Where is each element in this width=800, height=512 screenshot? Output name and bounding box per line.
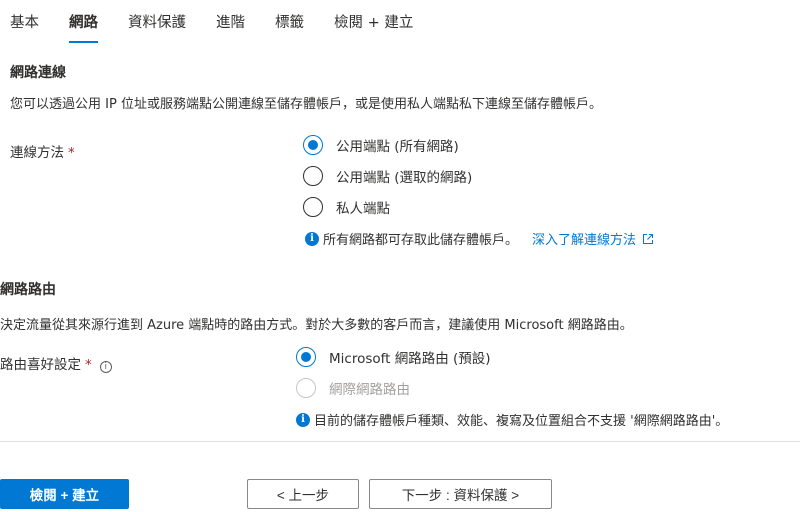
previous-button[interactable]: < 上一步: [247, 479, 359, 509]
routing-info-note: i 目前的儲存體帳戶種類、效能、複寫及位置組合不支援 '網際網路路由'。: [296, 410, 728, 429]
wizard-tabs: 基本 網路 資料保護 進階 標籤 檢閱 + 建立: [10, 10, 443, 46]
routing-preference-label: 路由喜好設定 * i: [0, 353, 112, 373]
radio-microsoft-routing[interactable]: Microsoft 網路路由 (預設): [296, 347, 491, 367]
routing-preference-label-text: 路由喜好設定: [0, 357, 81, 373]
connectivity-info-note: i 所有網路都可存取此儲存體帳戶。 深入了解連線方法: [305, 229, 654, 248]
connectivity-description: 您可以透過公用 IP 位址或服務端點公開連線至儲存體帳戶，或是使用私人端點私下連…: [10, 97, 602, 112]
review-create-button[interactable]: 檢閱 + 建立: [0, 479, 129, 509]
radio-label: 公用端點 (所有網路): [336, 139, 459, 155]
routing-description: 決定流量從其來源行進到 Azure 端點時的路由方式。對於大多數的客戶而言，建議…: [0, 318, 633, 333]
tab-basics[interactable]: 基本: [10, 10, 39, 46]
info-filled-icon: i: [305, 231, 319, 246]
radio-label: Microsoft 網路路由 (預設): [329, 351, 491, 367]
learn-more-connectivity-link[interactable]: 深入了解連線方法: [532, 229, 654, 248]
required-marker: *: [68, 145, 75, 161]
next-data-protection-button[interactable]: 下一步 : 資料保護 >: [369, 479, 552, 509]
radio-label: 網際網路路由: [329, 382, 410, 398]
connectivity-note-text: 所有網路都可存取此儲存體帳戶。: [323, 233, 519, 248]
link-text: 深入了解連線方法: [532, 233, 637, 248]
radio-label: 公用端點 (選取的網路): [336, 170, 473, 186]
radio-button[interactable]: [303, 166, 323, 186]
tab-tags[interactable]: 標籤: [275, 10, 304, 46]
radio-button-selected[interactable]: [296, 347, 316, 367]
tab-review-create[interactable]: 檢閱 + 建立: [334, 10, 413, 46]
radio-button-disabled: [296, 378, 316, 398]
radio-public-all-networks[interactable]: 公用端點 (所有網路): [303, 135, 459, 155]
radio-button[interactable]: [303, 197, 323, 217]
connectivity-method-label-text: 連線方法: [10, 145, 64, 161]
tab-networking[interactable]: 網路: [69, 10, 98, 46]
radio-private-endpoint[interactable]: 私人端點: [303, 197, 390, 217]
tab-data-protection[interactable]: 資料保護: [128, 10, 186, 46]
radio-internet-routing: 網際網路路由: [296, 378, 410, 398]
external-link-icon: [643, 233, 654, 244]
radio-button-selected[interactable]: [303, 135, 323, 155]
radio-label: 私人端點: [336, 201, 390, 217]
footer-divider: [0, 441, 800, 442]
required-marker: *: [85, 357, 92, 373]
routing-note-text: 目前的儲存體帳戶種類、效能、複寫及位置組合不支援 '網際網路路由'。: [314, 414, 729, 429]
radio-public-selected-networks[interactable]: 公用端點 (選取的網路): [303, 166, 472, 186]
connectivity-method-label: 連線方法 *: [10, 141, 75, 161]
connectivity-section-title: 網路連線: [10, 65, 66, 81]
info-filled-icon: i: [296, 412, 310, 427]
tab-advanced[interactable]: 進階: [216, 10, 245, 46]
info-tooltip-icon[interactable]: i: [99, 361, 112, 373]
routing-section-title: 網路路由: [0, 282, 56, 298]
